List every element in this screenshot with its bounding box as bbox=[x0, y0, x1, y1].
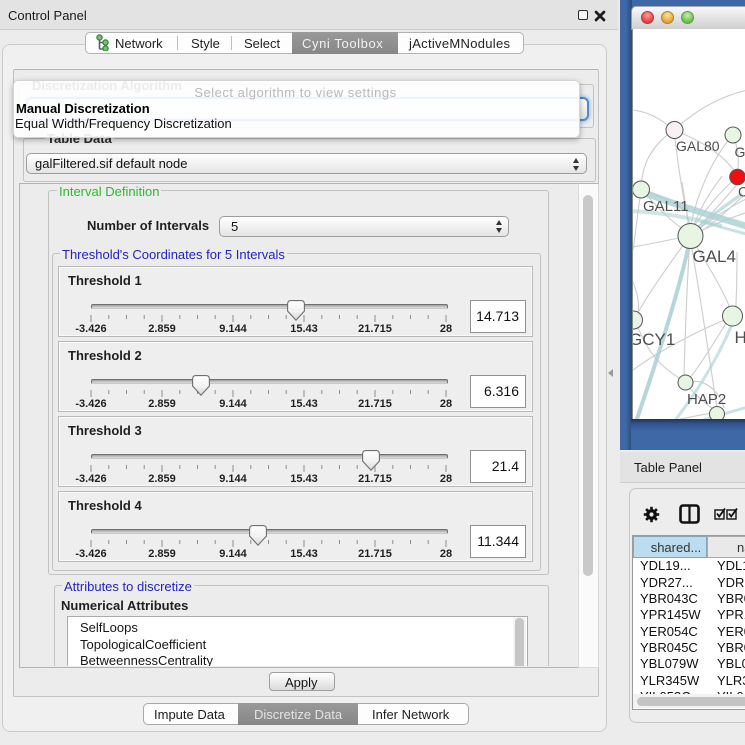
svg-text:C: C bbox=[738, 184, 745, 200]
svg-text:GAL80: GAL80 bbox=[676, 138, 720, 154]
svg-text:H: H bbox=[735, 328, 745, 347]
svg-text:GCY1: GCY1 bbox=[633, 330, 675, 349]
svg-text:G.: G. bbox=[735, 144, 745, 160]
svg-text:GAL11: GAL11 bbox=[643, 198, 689, 215]
svg-text:GAL4: GAL4 bbox=[693, 247, 736, 266]
svg-text:HAP2: HAP2 bbox=[687, 391, 726, 408]
